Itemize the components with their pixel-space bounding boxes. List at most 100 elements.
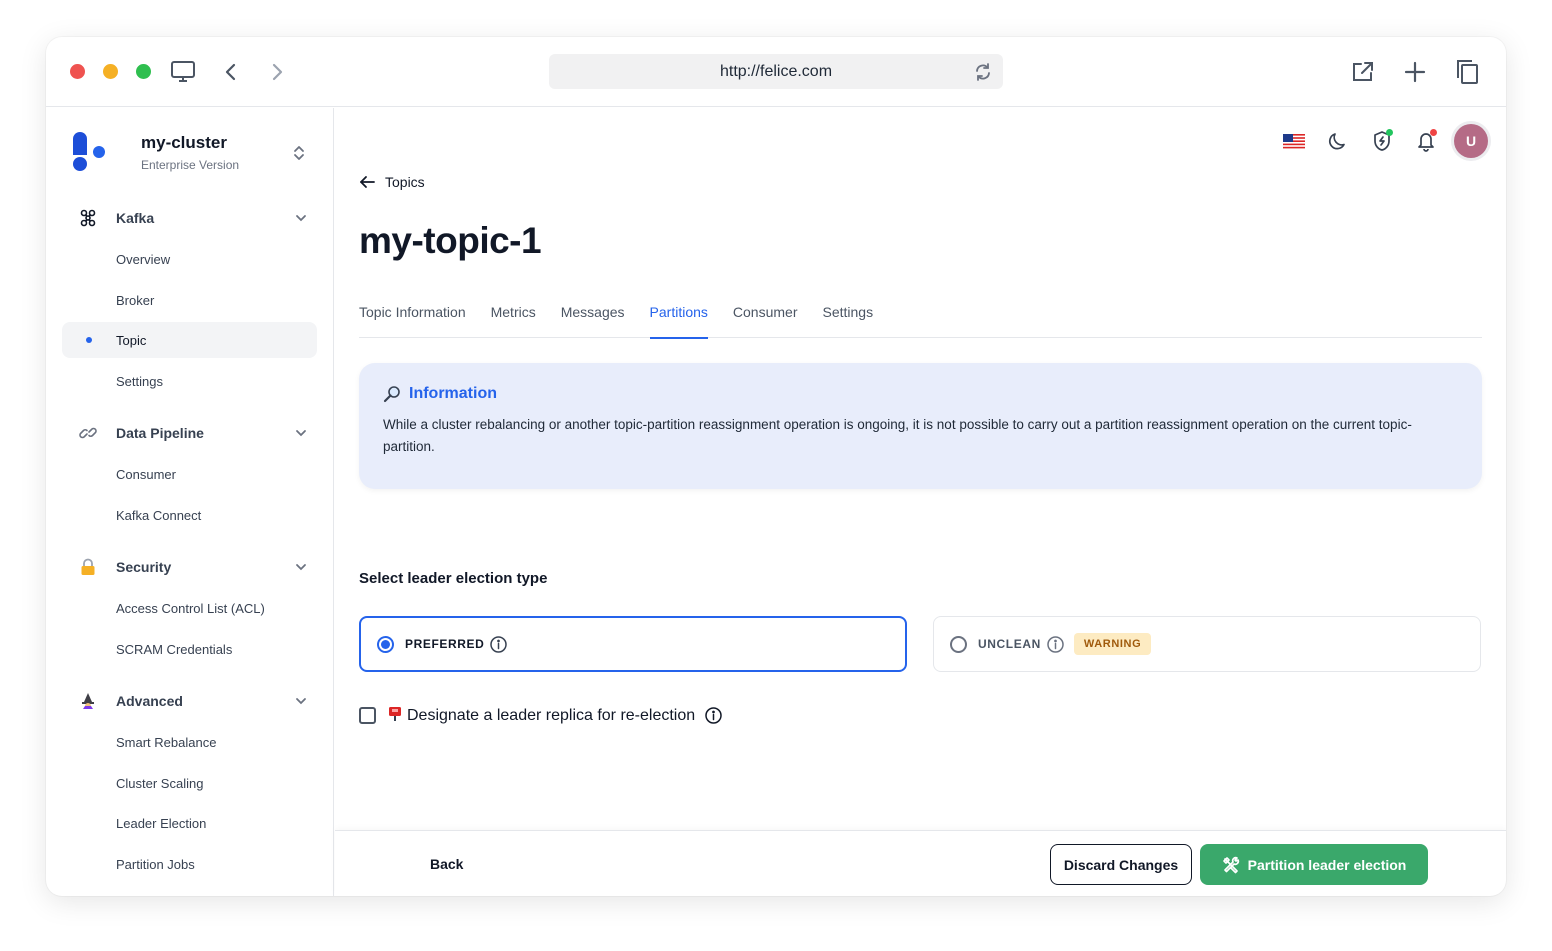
unclean-radio[interactable]	[950, 635, 967, 653]
sidebar-section-security[interactable]: Security	[78, 555, 308, 579]
bell-icon[interactable]	[1404, 122, 1448, 160]
notification-badge	[1430, 129, 1437, 136]
sidebar-section-data-pipeline[interactable]: Data Pipeline	[78, 421, 308, 445]
option-label: PREFERRED	[405, 637, 485, 651]
sidebar-item-label: Leader Election	[116, 815, 207, 831]
shield-icon[interactable]	[1360, 122, 1404, 160]
sidebar-section-label: Advanced	[116, 693, 183, 709]
info-circle-icon[interactable]	[490, 635, 508, 653]
plus-icon[interactable]	[1400, 57, 1430, 87]
tab-messages[interactable]: Messages	[561, 297, 625, 338]
cluster-switch-icon[interactable]	[291, 144, 307, 162]
copy-icon[interactable]	[1452, 57, 1482, 87]
chevron-down-icon	[294, 426, 308, 440]
election-type-heading: Select leader election type	[359, 570, 548, 587]
arrow-left-icon	[360, 176, 375, 188]
sidebar-item-label: Smart Rebalance	[116, 734, 217, 750]
sidebar-item-overview[interactable]: Overview	[62, 241, 317, 277]
sidebar-section-label: Data Pipeline	[116, 425, 204, 441]
chevron-down-icon	[294, 694, 308, 708]
close-window-button[interactable]	[70, 64, 85, 79]
sidebar-item-broker[interactable]: Broker	[62, 282, 317, 318]
external-link-icon[interactable]	[1348, 57, 1378, 87]
info-circle-icon[interactable]	[1047, 635, 1064, 653]
us-flag-icon[interactable]	[1272, 122, 1316, 160]
avatar[interactable]: U	[1454, 124, 1488, 158]
sidebar-item-label: Consumer	[116, 466, 176, 482]
cluster-name: my-cluster	[141, 133, 227, 152]
sidebar-item-label: Cluster Scaling	[116, 775, 204, 791]
tab-bar: Topic Information Metrics Messages Parti…	[359, 297, 1482, 339]
back-button[interactable]: Back	[430, 856, 463, 872]
tab-consumer[interactable]: Consumer	[733, 297, 798, 338]
browser-window: http://felice.com my-cluster Enterprise …	[46, 37, 1506, 896]
link-icon	[78, 423, 98, 443]
sidebar-item-leader-election[interactable]: Leader Election	[62, 805, 317, 841]
magnifier-icon	[383, 386, 400, 403]
sidebar-section-kafka[interactable]: Kafka	[78, 206, 308, 230]
chevron-down-icon	[294, 560, 308, 574]
sidebar-item-kafka-connect[interactable]: Kafka Connect	[62, 497, 317, 533]
sidebar-item-label: Overview	[116, 251, 171, 267]
tools-icon	[1222, 856, 1239, 873]
chevron-right-icon[interactable]	[262, 57, 292, 87]
sidebar-item-label: Access Control List (ACL)	[116, 600, 265, 616]
information-panel: Information While a cluster rebalancing …	[359, 363, 1482, 489]
lock-icon	[78, 557, 98, 577]
chevron-left-icon[interactable]	[216, 57, 246, 87]
tab-settings[interactable]: Settings	[823, 297, 874, 338]
tab-metrics[interactable]: Metrics	[491, 297, 536, 338]
option-label: UNCLEAN	[978, 637, 1041, 651]
designate-checkbox[interactable]	[359, 707, 376, 724]
address-bar[interactable]: http://felice.com	[549, 54, 1003, 89]
url-text: http://felice.com	[719, 62, 833, 80]
browser-toolbar: http://felice.com	[46, 37, 1506, 107]
designate-label: Designate a leader replica for re-electi…	[407, 706, 696, 724]
warning-badge: WARNING	[1073, 633, 1152, 655]
option-unclean[interactable]: UNCLEAN WARNING	[933, 616, 1481, 672]
sidebar-item-label: SCRAM Credentials	[116, 641, 233, 657]
sidebar-item-settings[interactable]: Settings	[62, 363, 317, 399]
sidebar-item-consumer[interactable]: Consumer	[62, 456, 317, 492]
partition-leader-election-button[interactable]: Partition leader election	[1200, 844, 1428, 885]
sidebar-item-label: Broker	[116, 292, 155, 308]
minimize-window-button[interactable]	[103, 64, 118, 79]
felice-logo	[70, 131, 110, 175]
information-title: Information	[409, 385, 497, 402]
page-title: my-topic-1	[359, 220, 542, 261]
breadcrumb-label: Topics	[385, 174, 425, 190]
wizard-icon	[78, 691, 98, 711]
cluster-edition: Enterprise Version	[141, 158, 240, 172]
active-indicator	[86, 337, 92, 343]
sidebar-section-label: Security	[116, 559, 172, 575]
action-footer: Back Discard Changes Partition leader el…	[335, 830, 1506, 896]
moon-icon[interactable]	[1316, 122, 1360, 160]
kafka-icon	[78, 208, 98, 228]
sidebar-section-label: Kafka	[116, 210, 155, 226]
chevron-down-icon	[294, 211, 308, 225]
sidebar-item-acl[interactable]: Access Control List (ACL)	[62, 590, 317, 626]
reload-icon[interactable]	[973, 62, 993, 82]
information-text: While a cluster rebalancing or another t…	[383, 417, 1412, 454]
sidebar-item-smart-rebalance[interactable]: Smart Rebalance	[62, 724, 317, 760]
sidebar-item-label: Settings	[116, 373, 163, 389]
sidebar-item-scram-credentials[interactable]: SCRAM Credentials	[62, 631, 317, 667]
designate-leader-option[interactable]: Designate a leader replica for re-electi…	[359, 706, 722, 725]
sidebar-item-partition-jobs[interactable]: Partition Jobs	[62, 846, 317, 882]
tab-partitions[interactable]: Partitions	[649, 297, 709, 339]
submit-label: Partition leader election	[1247, 856, 1407, 873]
sidebar-item-label: Topic	[116, 332, 147, 348]
preferred-radio[interactable]	[377, 635, 394, 653]
pushpin-icon	[388, 706, 402, 725]
tab-topic-information[interactable]: Topic Information	[359, 297, 466, 338]
sidebar-item-topic[interactable]: Topic	[62, 322, 317, 358]
discard-changes-button[interactable]: Discard Changes	[1050, 844, 1192, 885]
sidebar-item-label: Partition Jobs	[116, 856, 195, 872]
maximize-window-button[interactable]	[136, 64, 151, 79]
info-circle-icon[interactable]	[705, 707, 722, 724]
sidebar-item-cluster-scaling[interactable]: Cluster Scaling	[62, 765, 317, 801]
option-preferred[interactable]: PREFERRED	[359, 616, 907, 672]
sidebar-section-advanced[interactable]: Advanced	[78, 689, 308, 713]
breadcrumb[interactable]: Topics	[359, 174, 425, 190]
monitor-icon[interactable]	[168, 57, 198, 87]
